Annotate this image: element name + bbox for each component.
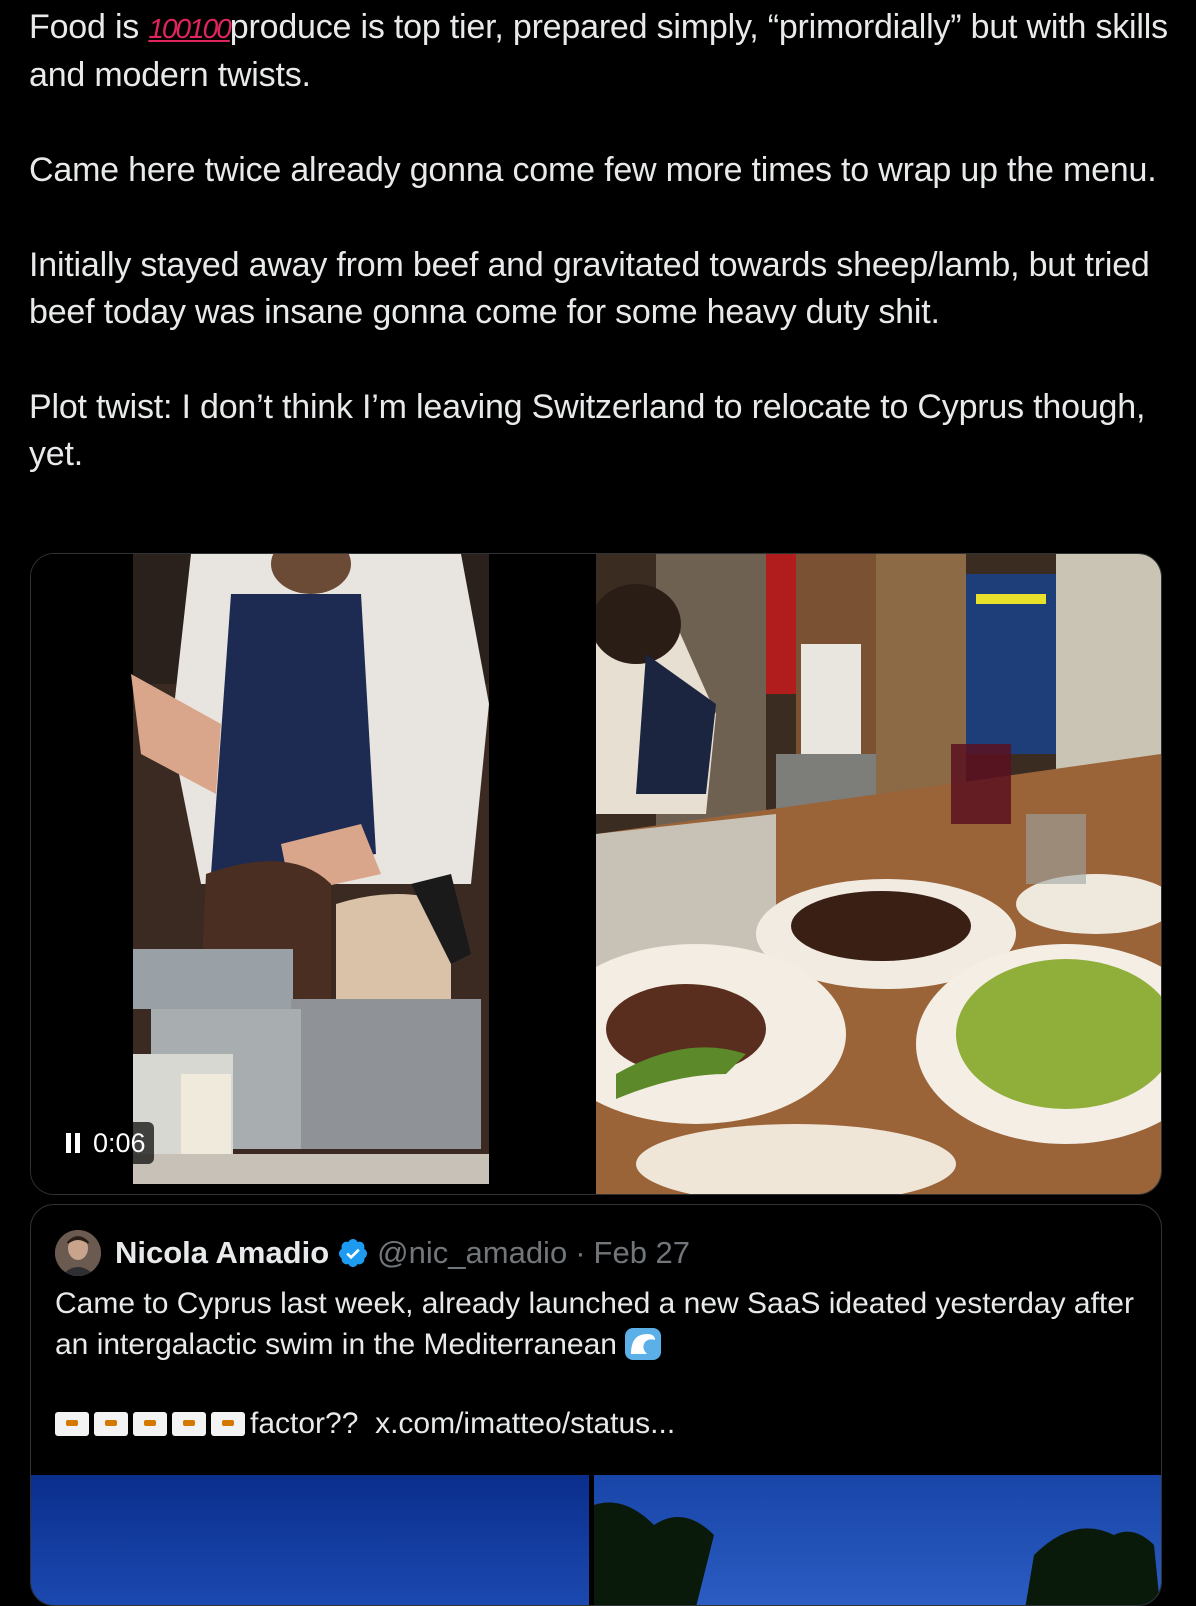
quote-date[interactable]: Feb 27 bbox=[594, 1235, 691, 1271]
separator-dot: · bbox=[575, 1235, 586, 1270]
quote-photo-sky[interactable] bbox=[31, 1475, 589, 1605]
video-controls[interactable]: 0:06 bbox=[57, 1122, 154, 1164]
water-wave-emoji-icon bbox=[625, 1328, 662, 1360]
verified-badge-icon bbox=[339, 1239, 368, 1267]
tweet-paragraph-3: Initially stayed away from beef and grav… bbox=[29, 246, 1159, 331]
cyprus-flag-icon bbox=[133, 1412, 167, 1436]
quote-paragraph-1: Came to Cyprus last week, already launch… bbox=[55, 1283, 1135, 1365]
cyprus-flag-icon bbox=[94, 1412, 128, 1436]
quote-author-handle[interactable]: @nic_amadio bbox=[377, 1235, 567, 1271]
video-time: 0:06 bbox=[93, 1127, 146, 1158]
tweet-text-prefix: Food is bbox=[29, 8, 149, 46]
avatar-image bbox=[55, 1230, 101, 1276]
quote-media-grid bbox=[31, 1475, 1161, 1605]
tweet-paragraph-4: Plot twist: I don’t think I’m leaving Sw… bbox=[29, 388, 1155, 473]
factor-text: factor?? bbox=[250, 1407, 359, 1440]
photo-image bbox=[596, 554, 1161, 1194]
video-frame-chef bbox=[31, 554, 589, 1194]
quote-author-name[interactable]: Nicola Amadio bbox=[115, 1235, 329, 1271]
media-grid: 0:06 bbox=[30, 553, 1162, 1195]
cyprus-flag-icon bbox=[172, 1412, 206, 1436]
quote-text: Came to Cyprus last week, already launch… bbox=[55, 1283, 1135, 1482]
tweet-paragraph-2: Came here twice already gonna come few m… bbox=[29, 151, 1157, 189]
pause-icon[interactable] bbox=[65, 1133, 81, 1153]
quoted-tweet[interactable]: Nicola Amadio @nic_amadio · Feb 27 Came … bbox=[30, 1204, 1162, 1606]
avatar[interactable] bbox=[55, 1230, 101, 1276]
cyprus-flag-icon bbox=[211, 1412, 245, 1436]
tweet-text: Food is 100100produce is top tier, prepa… bbox=[29, 4, 1169, 526]
quote-photo-palms[interactable] bbox=[594, 1475, 1161, 1605]
quote-header: Nicola Amadio @nic_amadio · Feb 27 bbox=[55, 1227, 690, 1279]
photo-restaurant-table[interactable] bbox=[596, 554, 1161, 1194]
quote-paragraph-2: factor?? x.com/imatteo/status... bbox=[55, 1403, 1135, 1444]
cyprus-flag-icon bbox=[55, 1412, 89, 1436]
quote-body: Came to Cyprus last week, already launch… bbox=[55, 1287, 1134, 1361]
tweet-paragraph-1: Food is 100100produce is top tier, prepa… bbox=[29, 4, 1169, 99]
quote-link[interactable]: x.com/imatteo/status... bbox=[375, 1407, 675, 1440]
hundred-points-emoji-icon: 100100 bbox=[148, 13, 231, 44]
video-player[interactable]: 0:06 bbox=[31, 554, 589, 1194]
palm-silhouette bbox=[594, 1502, 1160, 1605]
